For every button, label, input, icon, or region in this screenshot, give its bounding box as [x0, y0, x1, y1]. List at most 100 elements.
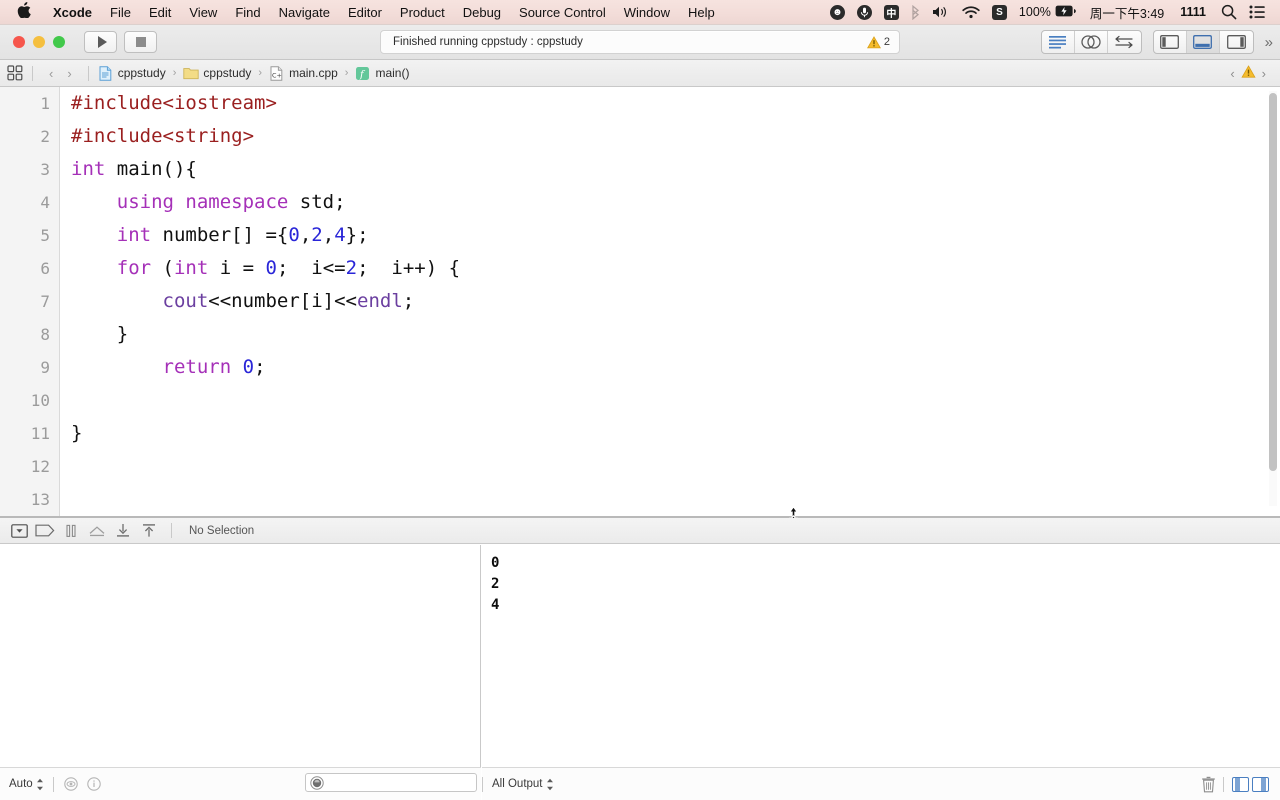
code-line[interactable]: [60, 450, 1265, 483]
console-view[interactable]: 0 2 4: [482, 545, 1280, 800]
code-line[interactable]: int main(){: [60, 153, 1265, 186]
navigate-back-button[interactable]: ‹: [42, 66, 60, 81]
step-over-icon[interactable]: [84, 520, 110, 542]
menu-item-debug[interactable]: Debug: [454, 5, 510, 20]
breakpoint-flag-icon[interactable]: [32, 520, 58, 542]
divider: [1223, 776, 1224, 792]
code-token: 2: [311, 224, 323, 246]
code-line[interactable]: [60, 384, 1265, 417]
breadcrumb-item-folder[interactable]: cppstudy: [183, 66, 251, 81]
eye-icon[interactable]: [63, 776, 78, 792]
code-line[interactable]: return 0;: [60, 351, 1265, 384]
control-center-icon[interactable]: [1243, 5, 1272, 19]
menu-item-edit[interactable]: Edit: [140, 5, 180, 20]
line-number-gutter[interactable]: 1 2 3 4 5 6 7 8 9 10 11 12 13: [0, 87, 60, 517]
menu-item-product[interactable]: Product: [391, 5, 454, 20]
code-token: 0: [288, 224, 300, 246]
hide-debug-area-icon[interactable]: [6, 520, 32, 542]
code-content[interactable]: #include<iostream> #include<string> int ma…: [60, 87, 1265, 517]
run-button[interactable]: [84, 31, 117, 53]
scrollbar-thumb[interactable]: [1269, 93, 1277, 471]
code-token: ,: [322, 224, 335, 246]
variables-filter-field[interactable]: [305, 773, 477, 792]
menu-item-navigate[interactable]: Navigate: [270, 5, 339, 20]
code-line[interactable]: using namespace std;: [60, 186, 1265, 219]
navigation-right-group: ‹ ›: [1224, 64, 1272, 82]
trash-icon[interactable]: [1201, 776, 1215, 793]
maximize-window-button[interactable]: [53, 36, 65, 48]
console-output-filter-popup[interactable]: All Output: [492, 778, 554, 791]
breadcrumb-item-function[interactable]: f main(): [355, 66, 409, 81]
bluetooth-icon[interactable]: [905, 4, 926, 20]
menu-item-window[interactable]: Window: [615, 5, 679, 20]
code-line[interactable]: }: [60, 417, 1265, 450]
pause-icon[interactable]: [58, 520, 84, 542]
console-line: 2: [491, 576, 500, 592]
code-token: 4: [334, 224, 346, 246]
sogou-input-icon[interactable]: S: [986, 4, 1013, 20]
stop-button[interactable]: [124, 31, 157, 53]
menu-bar-clock[interactable]: 周一下午3:49: [1083, 3, 1171, 22]
menu-item-view[interactable]: View: [180, 5, 226, 20]
step-out-icon[interactable]: [136, 520, 162, 542]
mic-icon[interactable]: [851, 4, 878, 20]
navigator-toggle[interactable]: [1154, 31, 1187, 53]
code-line[interactable]: cout<<number[i]<<endl;: [60, 285, 1265, 318]
warning-triangle-icon[interactable]: [1241, 64, 1256, 82]
breadcrumb-separator: ›: [172, 67, 177, 79]
utilities-toggle[interactable]: [1220, 31, 1253, 53]
variables-view[interactable]: [0, 545, 481, 800]
issue-previous-button[interactable]: ‹: [1224, 66, 1240, 81]
warning-indicator[interactable]: 2: [866, 35, 890, 49]
menu-item-file[interactable]: File: [101, 5, 140, 20]
menu-item-editor[interactable]: Editor: [339, 5, 391, 20]
assistant-editor-button[interactable]: [1108, 31, 1141, 53]
console-view-footer: All Output: [482, 767, 1280, 800]
breadcrumb-item-project[interactable]: cppstudy: [98, 65, 166, 81]
code-token: #include<iostream>: [71, 92, 277, 114]
issue-next-button[interactable]: ›: [1256, 66, 1272, 81]
code-line[interactable]: [60, 483, 1265, 516]
variables-view-toggle[interactable]: [1232, 776, 1249, 792]
breadcrumb-item-file[interactable]: C+ main.cpp: [269, 65, 338, 81]
code-token: int: [116, 224, 152, 246]
search-icon[interactable]: [1215, 4, 1243, 20]
step-into-icon[interactable]: [110, 520, 136, 542]
breadcrumb-separator: ›: [344, 67, 349, 79]
smiley-face-icon[interactable]: ☻: [824, 4, 851, 20]
editor-vertical-scrollbar[interactable]: [1269, 91, 1277, 506]
volume-icon[interactable]: [926, 5, 956, 19]
code-line[interactable]: int number[] ={0,2,4};: [60, 219, 1265, 252]
menu-item-find[interactable]: Find: [226, 5, 269, 20]
code-line[interactable]: for (int i = 0; i<=2; i++) {: [60, 252, 1265, 285]
battery-status[interactable]: 100%: [1013, 5, 1083, 20]
wifi-icon[interactable]: [956, 5, 986, 19]
minimize-window-button[interactable]: [33, 36, 45, 48]
filter-circle-icon[interactable]: [310, 776, 324, 790]
close-window-button[interactable]: [13, 36, 25, 48]
menu-item-xcode[interactable]: Xcode: [44, 5, 101, 20]
variables-scope-popup[interactable]: Auto: [9, 778, 44, 791]
info-icon[interactable]: [86, 776, 101, 792]
apple-logo-icon[interactable]: [17, 1, 31, 21]
code-line[interactable]: #include<string>: [60, 120, 1265, 153]
console-view-toggle[interactable]: [1252, 776, 1269, 792]
comparison-editor-button[interactable]: [1075, 31, 1108, 53]
input-source-icon[interactable]: 中: [878, 4, 905, 20]
tab-grid-icon[interactable]: [7, 65, 23, 81]
svg-text:C+: C+: [272, 71, 282, 79]
source-editor[interactable]: 1 2 3 4 5 6 7 8 9 10 11 12 13 #include<iostream> #inc…: [0, 87, 1280, 517]
code-line[interactable]: }: [60, 318, 1265, 351]
menu-item-help[interactable]: Help: [679, 5, 724, 20]
standard-editor-button[interactable]: [1042, 31, 1075, 53]
mic-glyph: [856, 4, 872, 20]
activity-status-bar[interactable]: Finished running cppstudy : cppstudy 2: [380, 30, 900, 54]
variables-filter-input[interactable]: [323, 776, 476, 789]
navigate-forward-button[interactable]: ›: [60, 66, 78, 81]
menu-bar-extra-label[interactable]: 1111: [1171, 5, 1215, 19]
toolbar-overflow-button[interactable]: »: [1265, 34, 1273, 51]
debug-area-toggle[interactable]: [1186, 31, 1220, 53]
code-line[interactable]: #include<iostream>: [60, 87, 1265, 120]
breadcrumb-label: cppstudy: [117, 66, 166, 80]
menu-item-source-control[interactable]: Source Control: [510, 5, 615, 20]
